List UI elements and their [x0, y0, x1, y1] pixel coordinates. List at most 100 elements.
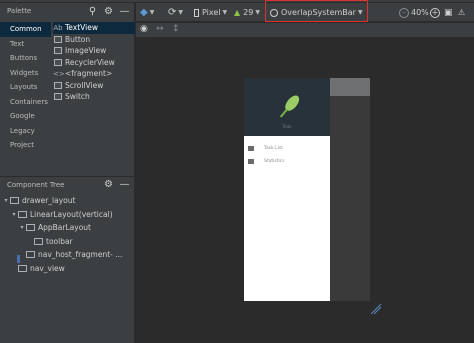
- warning-icon: ⚠: [458, 8, 466, 17]
- palette-item-fragment[interactable]: <> <fragment>: [53, 68, 135, 80]
- fit-screen-icon: ▣: [444, 7, 453, 18]
- palette-item-recyclerview[interactable]: RecyclerView: [53, 57, 135, 69]
- expand-arrow-icon[interactable]: ▾: [18, 224, 26, 231]
- zoom-level: 40%: [411, 6, 429, 19]
- layout-icon: [18, 210, 27, 218]
- category-layouts[interactable]: Layouts: [0, 80, 51, 95]
- palette-item-button[interactable]: Button: [53, 34, 135, 46]
- eye-icon[interactable]: ◉: [140, 24, 148, 34]
- api-level-label: 29: [243, 8, 254, 17]
- category-buttons[interactable]: Buttons: [0, 51, 51, 66]
- chart-icon: [248, 158, 254, 164]
- constraint-icon[interactable]: ↕: [172, 24, 180, 34]
- menu-item-label: Statistics: [264, 158, 285, 164]
- tree-node-linearlayout[interactable]: ▾ LinearLayout(vertical): [0, 208, 135, 222]
- content-toolbar: [330, 78, 370, 96]
- chevron-down-icon: ▼: [149, 9, 155, 16]
- device-label: Pixel: [202, 8, 221, 17]
- gear-icon[interactable]: ⚙: [102, 178, 115, 191]
- layout-icon: [10, 197, 19, 205]
- menu-item-task-list[interactable]: Task List: [248, 143, 283, 153]
- tree-node-label: nav_view: [30, 263, 65, 273]
- palette-header: Palette ⚲ ⚙ —: [0, 3, 135, 20]
- minimize-icon[interactable]: —: [118, 5, 131, 18]
- tree-node-label: nav_host_fragment- ...: [38, 250, 123, 260]
- component-tree-title: Component Tree: [7, 181, 65, 189]
- image-icon: [54, 47, 62, 55]
- scroll-icon: [54, 81, 62, 89]
- category-legacy[interactable]: Legacy: [0, 124, 51, 139]
- layers-icon: ◆: [140, 7, 148, 18]
- chevron-down-icon: ▼: [255, 9, 260, 16]
- chevron-down-icon: ▼: [222, 9, 228, 16]
- palette-item-label: Switch: [65, 92, 90, 102]
- component-tree-header: Component Tree ⚙ —: [0, 177, 135, 193]
- category-google[interactable]: Google: [0, 109, 51, 124]
- palette-item-label: ImageView: [65, 46, 107, 56]
- tree-node-label: toolbar: [46, 236, 73, 246]
- layout-icon: [26, 224, 35, 232]
- menu-item-label: Task List: [264, 145, 284, 151]
- expand-arrow-icon[interactable]: ▾: [2, 197, 10, 204]
- zoom-fit-button[interactable]: ▣: [444, 6, 453, 19]
- resize-handle-icon[interactable]: [370, 303, 382, 315]
- component-tree: ▾ drawer_layout ▾ LinearLayout(vertical)…: [0, 194, 135, 275]
- api-level-selector[interactable]: ▲ 29 ▼: [234, 6, 260, 19]
- warnings-button[interactable]: ⚠: [458, 6, 465, 19]
- palette-categories: Common Text Buttons Widgets Layouts Cont…: [0, 22, 51, 153]
- design-surface-toggle[interactable]: ◆ ▼: [140, 6, 154, 19]
- margin-icon[interactable]: ↔: [156, 24, 164, 34]
- zoom-out-icon: –: [399, 7, 409, 18]
- category-containers[interactable]: Containers: [0, 95, 51, 110]
- gear-icon[interactable]: ⚙: [102, 5, 115, 18]
- toolbar-icon: [34, 237, 43, 245]
- code-icon: <>: [53, 69, 65, 78]
- expand-arrow-icon[interactable]: ▾: [10, 211, 18, 218]
- drawer-header-title: Todo: [282, 124, 292, 129]
- category-widgets[interactable]: Widgets: [0, 66, 51, 81]
- tree-node-label: drawer_layout: [22, 196, 76, 206]
- content-area: [330, 78, 370, 301]
- textview-icon: Ab: [53, 23, 63, 32]
- chevron-down-icon: ▼: [178, 9, 184, 16]
- palette-item-label: TextView: [65, 23, 98, 33]
- switch-icon: [54, 93, 62, 101]
- android-icon: ▲: [234, 8, 241, 17]
- zoom-in-icon: +: [430, 7, 440, 18]
- tree-node-toolbar[interactable]: toolbar: [0, 235, 135, 249]
- list-icon: [54, 58, 62, 66]
- search-icon[interactable]: ⚲: [86, 5, 99, 18]
- view-icon: [18, 264, 27, 272]
- category-common[interactable]: Common: [0, 22, 51, 37]
- tree-node-label: LinearLayout(vertical): [30, 209, 113, 219]
- tree-node-label: AppBarLayout: [38, 223, 91, 233]
- palette-item-imageview[interactable]: ImageView: [53, 45, 135, 57]
- zoom-out-button[interactable]: –: [399, 6, 409, 19]
- tree-node-nav-view[interactable]: nav_view: [0, 262, 135, 276]
- tree-node-appbarlayout[interactable]: ▾ AppBarLayout: [0, 221, 135, 235]
- zoom-level-label: 40%: [411, 8, 429, 17]
- list-icon: [248, 145, 254, 151]
- theme-selector-highlight: [265, 0, 368, 22]
- logo-icon: [279, 95, 300, 118]
- rotate-icon: ⟳: [168, 7, 177, 18]
- palette-item-scrollview[interactable]: ScrollView: [53, 80, 135, 92]
- category-text[interactable]: Text: [0, 37, 51, 52]
- palette-item-label: <fragment>: [65, 69, 113, 79]
- menu-item-statistics[interactable]: Statistics: [248, 156, 285, 166]
- palette-items: Ab TextView Button ImageView RecyclerVie…: [53, 22, 135, 103]
- phone-icon: [194, 8, 199, 17]
- palette-item-label: ScrollView: [65, 80, 104, 90]
- device-selector[interactable]: Pixel ▼: [194, 6, 227, 19]
- palette-item-label: RecyclerView: [65, 57, 115, 67]
- zoom-in-button[interactable]: +: [430, 6, 440, 19]
- palette-item-textview[interactable]: Ab TextView: [53, 22, 135, 34]
- gutter-marker: [17, 255, 20, 263]
- tree-node-nav-host-fragment[interactable]: nav_host_fragment- ...: [0, 248, 135, 262]
- minimize-icon[interactable]: —: [118, 178, 131, 191]
- palette-title: Palette: [7, 7, 32, 15]
- category-project[interactable]: Project: [0, 138, 51, 153]
- tree-node-drawer-layout[interactable]: ▾ drawer_layout: [0, 194, 135, 208]
- orientation-toggle[interactable]: ⟳ ▼: [168, 6, 183, 19]
- palette-item-switch[interactable]: Switch: [53, 91, 135, 103]
